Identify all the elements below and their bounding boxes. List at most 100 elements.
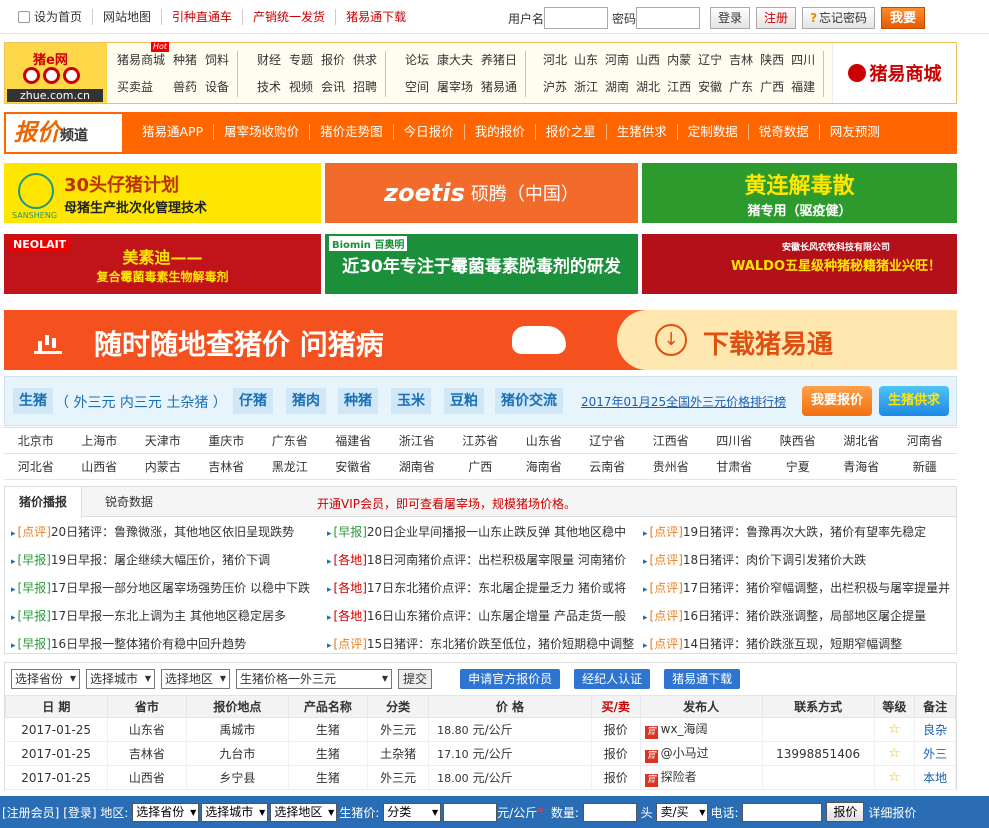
region-link[interactable]: 福建省 <box>322 428 386 453</box>
region-link[interactable]: 云南省 <box>576 454 640 479</box>
nav-region[interactable]: 浙江 <box>574 78 598 98</box>
ad-biomin[interactable]: Biomin 百奥明 近30年专注于霉菌毒素脱毒剂的研发 <box>325 234 638 294</box>
nav-shop[interactable]: 猪易商城 Hot <box>117 42 170 71</box>
region-link[interactable]: 湖南省 <box>385 454 449 479</box>
news-item[interactable]: ▸ [点评]17日猪评：猪价窄幅调整，出栏积极与屠宰提量并 <box>643 579 959 599</box>
news-item[interactable]: ▸ [点评]18日猪评：肉价下调引发猪价大跌 <box>643 551 959 571</box>
nav-region[interactable]: 河南 <box>605 51 629 71</box>
nav-region[interactable]: 陕西 <box>760 51 784 71</box>
nav-doctor[interactable]: 康大夫 <box>437 51 473 71</box>
news-item[interactable]: ▸ [早报]16日早报一整体猪价有稳中回升趋势 <box>11 635 327 655</box>
region-link[interactable]: 贵州省 <box>639 454 703 479</box>
news-item[interactable]: ▸ [各地]16日山东猪价点评：山东屠企增量 产品走货一般 <box>327 607 643 627</box>
ad-zoetis[interactable]: zoetis 硕腾（中国） <box>325 163 638 223</box>
bottom-class-select[interactable]: 分类 <box>383 802 442 822</box>
nav-app[interactable]: 猪易通 <box>481 78 517 98</box>
bottom-city-select[interactable]: 选择城市 <box>201 802 269 822</box>
sitemap-link[interactable]: 网站地图 <box>93 9 163 25</box>
nav-region[interactable]: 广西 <box>760 78 784 98</box>
region-link[interactable]: 山西省 <box>68 454 132 479</box>
region-link[interactable]: 甘肃省 <box>703 454 767 479</box>
price-type-select[interactable]: 生猪价格一外三元 <box>236 669 393 689</box>
cat-breeding[interactable]: 种猪 <box>338 388 378 414</box>
region-link[interactable]: 广西 <box>449 454 513 479</box>
nav-events[interactable]: 会讯 <box>321 78 345 98</box>
menu-item-app[interactable]: 猪易通APP <box>132 124 215 140</box>
nav-vet[interactable]: 兽药 <box>173 78 197 98</box>
district-select[interactable]: 选择地区 <box>161 669 231 689</box>
detail-quote-link[interactable]: 详细报价 <box>868 804 916 821</box>
news-item[interactable]: ▸ [各地]18日河南猪价点评：出栏积极屠宰限量 河南猪价 <box>327 551 643 571</box>
nav-space[interactable]: 空间 <box>405 78 429 98</box>
app-banner[interactable]: 随时随地查猪价 问猪病 ↓ 下载猪易通 <box>4 310 957 370</box>
region-link[interactable]: 江西省 <box>639 428 703 453</box>
nav-region[interactable]: 辽宁 <box>698 51 722 71</box>
region-link[interactable]: 内蒙古 <box>131 454 195 479</box>
cat-price-chat[interactable]: 猪价交流 <box>495 388 563 414</box>
table-row[interactable]: 2017-01-25 山东省 禹城市 生猪 外三元 18.80 元/公斤 报价官 wx_海阔 ☆ 良… <box>5 717 956 742</box>
bottom-province-select[interactable]: 选择省份 <box>132 802 200 822</box>
menu-item-supply[interactable]: 生猪供求 <box>607 124 678 140</box>
news-item[interactable]: ▸ [点评]19日猪评：鲁豫再次大跌，猪价有望率先稳定 <box>643 523 959 543</box>
nav-region[interactable]: 河北 <box>543 51 567 71</box>
news-item[interactable]: ▸ [各地]17日东北猪价点评：东北屠企提量乏力 猪价或将 <box>327 579 643 599</box>
region-link[interactable]: 山东省 <box>512 428 576 453</box>
nav-region[interactable]: 江西 <box>667 78 691 98</box>
region-link[interactable]: 上海市 <box>68 428 132 453</box>
login-link[interactable]: [登录] <box>63 804 96 821</box>
bottom-qty-input[interactable] <box>582 802 637 822</box>
city-select[interactable]: 选择城市 <box>86 669 156 689</box>
cat-soymeal[interactable]: 豆粕 <box>444 388 484 414</box>
shop-logo[interactable]: 猪易商城 <box>832 43 956 103</box>
menu-item-today[interactable]: 今日报价 <box>394 124 465 140</box>
region-link[interactable]: 浙江省 <box>385 428 449 453</box>
region-link[interactable]: 海南省 <box>512 454 576 479</box>
nav-equipment[interactable]: 设备 <box>205 78 229 98</box>
cell-publisher[interactable]: 官 wx_海阔 <box>640 717 763 742</box>
news-item[interactable]: ▸ [早报]17日早报一东北上调为主 其他地区稳定居多 <box>11 607 327 627</box>
bottom-trade-select[interactable]: 卖/买 <box>656 802 709 822</box>
region-link[interactable]: 安徽省 <box>322 454 386 479</box>
nav-region[interactable]: 山西 <box>636 51 660 71</box>
menu-item-slaughter-price[interactable]: 屠宰场收购价 <box>214 124 311 140</box>
cat-live-pig[interactable]: 生猪 <box>13 388 53 414</box>
supply-button[interactable]: 生猪供求 <box>879 386 949 416</box>
bottom-district-select[interactable]: 选择地区 <box>270 802 338 822</box>
province-select[interactable]: 选择省份 <box>11 669 81 689</box>
menu-item-ruiqi[interactable]: 锐奇数据 <box>749 124 820 140</box>
tab-price-broadcast[interactable]: 猪价播报 <box>5 487 83 518</box>
bottom-submit-button[interactable]: 报价 <box>826 802 865 822</box>
region-link[interactable]: 河北省 <box>4 454 68 479</box>
nav-region[interactable]: 湖南 <box>605 78 629 98</box>
news-item[interactable]: ▸ [早报]17日早报一部分地区屠宰场强势压价 以稳中下跌 <box>11 579 327 599</box>
region-link[interactable]: 陕西省 <box>766 428 830 453</box>
menu-item-forecast[interactable]: 网友预测 <box>820 124 890 140</box>
cat-pork[interactable]: 猪肉 <box>286 388 326 414</box>
news-item[interactable]: ▸ [点评]16日猪评：猪价跌涨调整，局部地区屠企提量 <box>643 607 959 627</box>
nav-supply[interactable]: 供求 <box>353 51 377 71</box>
region-link[interactable]: 重庆市 <box>195 428 259 453</box>
register-button[interactable]: 注册 <box>756 7 797 29</box>
nav-region[interactable]: 山东 <box>574 51 598 71</box>
region-link[interactable]: 宁夏 <box>766 454 830 479</box>
nav-breeding[interactable]: 种猪 <box>173 51 197 71</box>
nav-region[interactable]: 福建 <box>791 78 815 98</box>
nav-region[interactable]: 吉林 <box>729 51 753 71</box>
cat-piglet[interactable]: 仔猪 <box>233 388 273 414</box>
ad-neolait[interactable]: NEOLAIT 美素迪—— 复合霉菌毒素生物解毒剂 <box>4 234 321 294</box>
news-item[interactable]: ▸ [早报]20日企业早间播报一山东止跌反弹 其他地区稳中 <box>327 523 643 543</box>
price-ranking-link[interactable]: 2017年01月25全国外三元价格排行榜 <box>581 393 786 410</box>
news-item[interactable]: ▸ [点评]20日猪评：鲁豫微涨，其他地区依旧呈现跌势 <box>11 523 327 543</box>
cell-note[interactable]: 良杂 <box>914 717 956 742</box>
broker-cert-button[interactable]: 经纪人认证 <box>574 669 651 689</box>
menu-item-star[interactable]: 报价之星 <box>536 124 607 140</box>
set-homepage-link[interactable]: 设为首页 <box>8 9 94 25</box>
apply-reporter-button[interactable]: 申请官方报价员 <box>460 669 561 689</box>
table-row[interactable]: 2017-01-25 山西省 乡宁县 生猪 外三元 18.00 元/公斤 报价官探险者 ☆ 本地 <box>5 765 956 790</box>
region-link[interactable]: 辽宁省 <box>576 428 640 453</box>
news-item[interactable]: ▸ [早报]19日早报：屠企继续大幅压价，猪价下调 <box>11 551 327 571</box>
menu-item-trend[interactable]: 猪价走势图 <box>310 124 394 140</box>
table-row[interactable]: 2017-01-25 吉林省 九台市 生猪 土杂猪 17.10 元/公斤 报价官 @小马过 139… <box>5 741 956 766</box>
username-input[interactable] <box>544 7 609 29</box>
nav-tech[interactable]: 技术 <box>257 78 281 98</box>
